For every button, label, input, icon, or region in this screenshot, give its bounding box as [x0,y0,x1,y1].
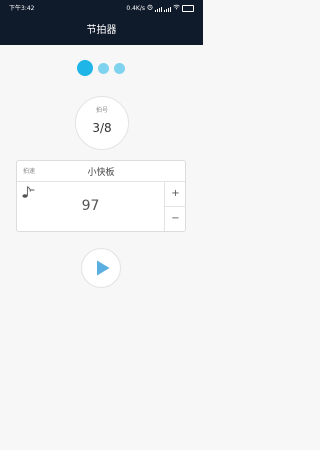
page-title: 节拍器 [0,17,203,45]
status-time: 下午3:42 [9,5,35,12]
page-dot-1[interactable] [77,60,93,76]
wifi-icon [173,0,180,17]
bpm-value: 97 [81,198,100,214]
decrease-tempo-button[interactable]: − [165,207,186,231]
time-signature-selector[interactable]: 拍号 3/8 [75,96,129,150]
time-signature-value: 3/8 [92,121,112,135]
status-bar: 下午3:42 0.4K/s 48 [0,0,203,17]
page-indicator [0,60,203,76]
net-speed: 0.4K/s [126,5,145,12]
play-button[interactable] [81,248,121,288]
battery-icon: 48 [182,5,194,12]
increase-tempo-button[interactable]: + [165,182,186,207]
tempo-card: 拍速 小快板 = 97 + − [16,160,186,232]
battery-level: 48 [185,6,191,11]
page-dot-3[interactable] [114,63,125,74]
tempo-header: 拍速 小快板 [17,161,185,182]
time-signature-label: 拍号 [95,107,108,114]
signal-icon [155,6,162,12]
tempo-marking: 小快板 [87,168,115,178]
page-dot-2[interactable] [98,63,109,74]
status-icons: 0.4K/s 48 [126,0,194,17]
tempo-stepper: + − [164,182,186,231]
play-icon [95,259,111,277]
alarm-icon [147,0,153,17]
tempo-display[interactable]: = 97 [17,182,164,231]
signal-icon-2 [164,6,171,12]
note-equals: = [30,187,36,194]
